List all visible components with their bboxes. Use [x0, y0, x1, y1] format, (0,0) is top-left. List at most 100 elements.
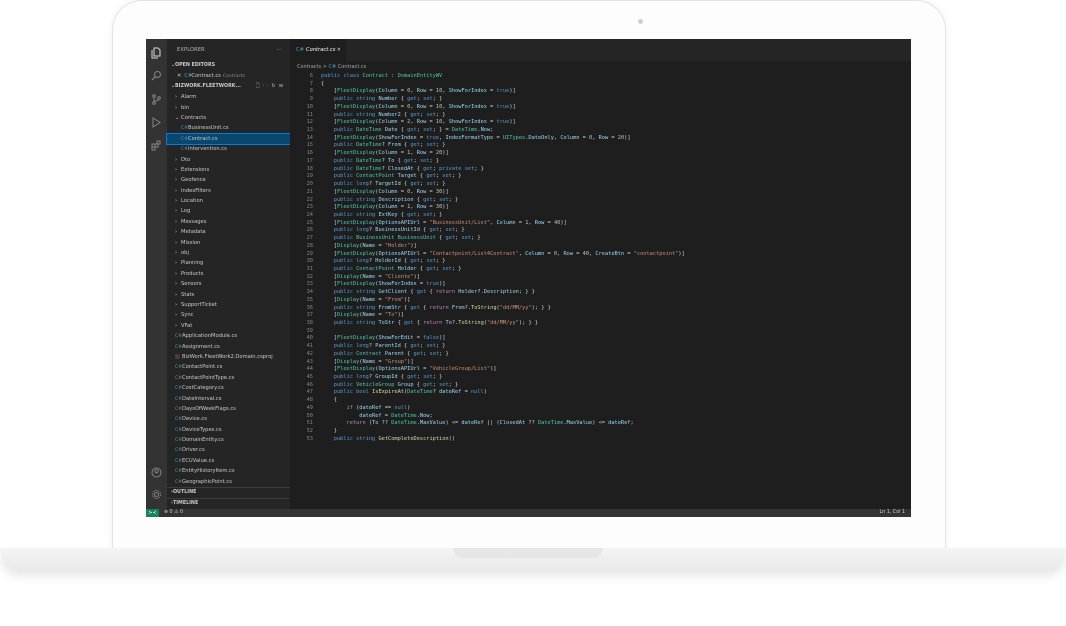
- tree-file[interactable]: C#ContactPointType.cs: [167, 373, 290, 383]
- code-line[interactable]: 25 [FleetDisplay(OptionsAPIUrl = "Busine…: [290, 220, 911, 228]
- code-line[interactable]: 42 public Contract Parent { get; set; }: [290, 351, 911, 359]
- code-line[interactable]: 24 public string ExtKey { get; set; }: [290, 212, 911, 220]
- problems-indicator[interactable]: ⊗ 0 ⚠ 0: [164, 509, 183, 517]
- tree-file[interactable]: C#DateInterval.cs: [167, 394, 290, 404]
- code-line[interactable]: 52 }: [290, 428, 911, 436]
- code-line[interactable]: 40 [FleetDisplay(ShowForEdit = false)]: [290, 335, 911, 343]
- code-editor[interactable]: 6 public class Contract : DomainEntityWV 7…: [290, 73, 911, 509]
- extensions-icon[interactable]: [150, 140, 163, 153]
- tree-folder[interactable]: ⌄ Contracts: [167, 113, 290, 123]
- code-line[interactable]: 17 public DateTime? To { get; set; }: [290, 158, 911, 166]
- tree-folder[interactable]: › Sync: [167, 310, 290, 320]
- remote-indicator[interactable]: ≻≺: [146, 509, 159, 517]
- code-line[interactable]: 6 public class Contract : DomainEntityWV: [290, 73, 911, 81]
- code-line[interactable]: 36 public string FromStr { get { return …: [290, 305, 911, 313]
- code-line[interactable]: 10 [FleetDisplay(Column = 0, Row = 10, S…: [290, 104, 911, 112]
- tree-file[interactable]: C#GeographicPoint.cs: [167, 477, 290, 487]
- code-line[interactable]: 30 public long? HolderId { get; set; }: [290, 258, 911, 266]
- tree-file[interactable]: C#EntityHistoryItem.cs: [167, 466, 290, 476]
- tree-file[interactable]: C#Contract.cs: [166, 132, 291, 146]
- open-editors-section[interactable]: ⌄OPEN EDITORS: [167, 61, 290, 71]
- tree-folder[interactable]: › Dto: [167, 155, 290, 165]
- tab-contract[interactable]: C# Contract.cs ✕: [290, 39, 346, 61]
- code-line[interactable]: 29 [FleetDisplay(OptionsAPIUrl = "Contac…: [290, 251, 911, 259]
- code-line[interactable]: 50 dateRef = DateTime.Now;: [290, 413, 911, 421]
- code-line[interactable]: 51 return (To ?? DateTime.MaxValue) <= d…: [290, 420, 911, 428]
- code-line[interactable]: 12 [FleetDisplay(Column = 2, Row = 10, S…: [290, 119, 911, 127]
- code-line[interactable]: 53 public string GetCompleteDescription(…: [290, 436, 911, 444]
- code-line[interactable]: 18 public DateTime? ClosedAt { get; priv…: [290, 166, 911, 174]
- code-line[interactable]: 39: [290, 328, 911, 336]
- code-line[interactable]: 8 [FleetDisplay(Column = 0, Row = 10, Sh…: [290, 88, 911, 96]
- tree-file[interactable]: C#DeviceTypes.cs: [167, 425, 290, 435]
- tree-file[interactable]: C#DaysOfWeekFlags.cs: [167, 404, 290, 414]
- code-line[interactable]: 27 public BusinessUnit BusinessUnit { ge…: [290, 235, 911, 243]
- code-line[interactable]: 37 [Display(Name = "To")]: [290, 312, 911, 320]
- code-line[interactable]: 21 [FleetDisplay(Column = 0, Row = 30)]: [290, 189, 911, 197]
- code-line[interactable]: 16 [FleetDisplay(Column = 1, Row = 20)]: [290, 150, 911, 158]
- tree-folder[interactable]: › bin: [167, 103, 290, 113]
- project-actions[interactable]: 🗋 🗀 ↻ ⊟: [256, 82, 284, 92]
- code-line[interactable]: 33 [FleetDisplay(ShowForIndex = true)]: [290, 281, 911, 289]
- outline-section[interactable]: ›OUTLINE: [167, 488, 290, 498]
- tree-folder[interactable]: › obj: [167, 248, 290, 258]
- tree-file[interactable]: C#Assignment.cs: [167, 342, 290, 352]
- tree-folder[interactable]: › Geofence: [167, 175, 290, 185]
- tree-folder[interactable]: › Products: [167, 269, 290, 279]
- tree-folder[interactable]: › Location: [167, 196, 290, 206]
- tree-file[interactable]: C#ECUValue.cs: [167, 456, 290, 466]
- code-line[interactable]: 15 public DateTime? From { get; set; }: [290, 142, 911, 150]
- code-line[interactable]: 48 {: [290, 397, 911, 405]
- code-line[interactable]: 20 public long? TargetId { get; set; }: [290, 181, 911, 189]
- tree-folder[interactable]: › Sensors: [167, 279, 290, 289]
- code-line[interactable]: 23 [FleetDisplay(Column = 1, Row = 30)]: [290, 204, 911, 212]
- tree-folder[interactable]: › Metadata: [167, 227, 290, 237]
- tree-file[interactable]: ⬛ BizWork.FleetWork2.Domain.csproj: [167, 352, 290, 362]
- tree-file[interactable]: C#ContactPoint.cs: [167, 362, 290, 372]
- project-section[interactable]: ⌄BIZWORK.FLEETWORK... 🗋 🗀 ↻ ⊟: [167, 82, 290, 92]
- code-line[interactable]: 45 public long? GroupId { get; set; }: [290, 374, 911, 382]
- code-line[interactable]: 13 public DateTime Date { get; set; } = …: [290, 127, 911, 135]
- code-line[interactable]: 14 [FleetDisplay(ShowForIndex = true, In…: [290, 135, 911, 143]
- tree-folder[interactable]: › Stats: [167, 290, 290, 300]
- code-line[interactable]: 28 [Display(Name = "Holder")]: [290, 243, 911, 251]
- tree-folder[interactable]: › Planning: [167, 258, 290, 268]
- close-tab-icon[interactable]: ✕: [337, 39, 341, 61]
- code-line[interactable]: 43 [Display(Name = "Group")]: [290, 359, 911, 367]
- tree-folder[interactable]: › Log: [167, 206, 290, 216]
- source-control-icon[interactable]: [150, 94, 163, 107]
- code-line[interactable]: 35 [Display(Name = "From")]: [290, 297, 911, 305]
- code-line[interactable]: 19 public ContactPoint Target { get; set…: [290, 173, 911, 181]
- tree-folder[interactable]: › Mission: [167, 238, 290, 248]
- breadcrumb-folder[interactable]: Contracts: [297, 64, 321, 70]
- code-line[interactable]: 22 public string Description { get; set;…: [290, 197, 911, 205]
- breadcrumb-file[interactable]: Contract.cs: [338, 64, 366, 70]
- tree-folder[interactable]: › Alarm: [167, 92, 290, 102]
- tree-folder[interactable]: › SupportTicket: [167, 300, 290, 310]
- tree-file[interactable]: C#BusinessUnit.cs: [167, 123, 290, 133]
- code-line[interactable]: 38 public string ToStr { get { return To…: [290, 320, 911, 328]
- tree-file[interactable]: C#Device.cs: [167, 414, 290, 424]
- files-icon[interactable]: [150, 47, 163, 60]
- more-actions-icon[interactable]: ···: [277, 39, 282, 61]
- code-line[interactable]: 26 public long? BusinessUnitId { get; se…: [290, 227, 911, 235]
- run-debug-icon[interactable]: [150, 117, 163, 130]
- code-line[interactable]: 31 public ContactPoint Holder { get; set…: [290, 266, 911, 274]
- tree-file[interactable]: C#ApplicationModule.cs: [167, 331, 290, 341]
- code-line[interactable]: 34 public string GetClient { get { retur…: [290, 289, 911, 297]
- code-line[interactable]: 41 public long? ParentId { get; set; }: [290, 343, 911, 351]
- search-icon[interactable]: [150, 70, 163, 83]
- account-icon[interactable]: [150, 467, 163, 480]
- settings-icon[interactable]: [150, 489, 163, 502]
- code-line[interactable]: 49 if (dateRef == null): [290, 405, 911, 413]
- code-line[interactable]: 32 [Display(Name = "Cliente")]: [290, 274, 911, 282]
- tree-folder[interactable]: › Extensions: [167, 165, 290, 175]
- code-line[interactable]: 9 public string Number { get; set; }: [290, 96, 911, 104]
- tree-folder[interactable]: › Messages: [167, 217, 290, 227]
- open-editor-item[interactable]: ✕ C#Contract.cs Contracts: [167, 71, 290, 81]
- close-icon[interactable]: ✕: [177, 73, 181, 79]
- tree-file[interactable]: C#Driver.cs: [167, 445, 290, 455]
- code-line[interactable]: 11 public string Number2 { get; set; }: [290, 112, 911, 120]
- tree-file[interactable]: C#Intervention.cs: [167, 144, 290, 154]
- code-line[interactable]: 46 public VehicleGroup Group { get; set;…: [290, 382, 911, 390]
